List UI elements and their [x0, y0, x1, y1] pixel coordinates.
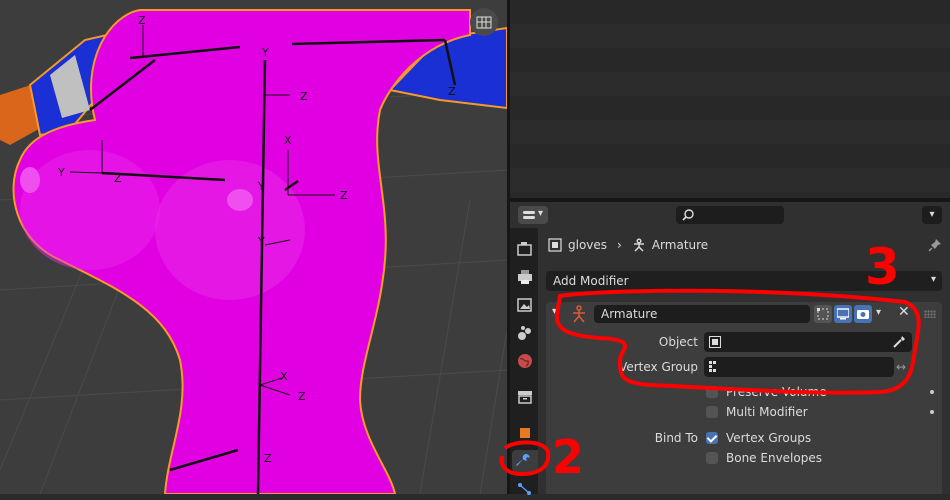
annotation-overlay [499, 288, 921, 477]
annotation-label-2: 2 [552, 430, 585, 484]
annotation-circle-3 [554, 288, 921, 395]
annotation-circle-2 [499, 440, 551, 477]
annotation-label-3: 3 [865, 238, 900, 296]
